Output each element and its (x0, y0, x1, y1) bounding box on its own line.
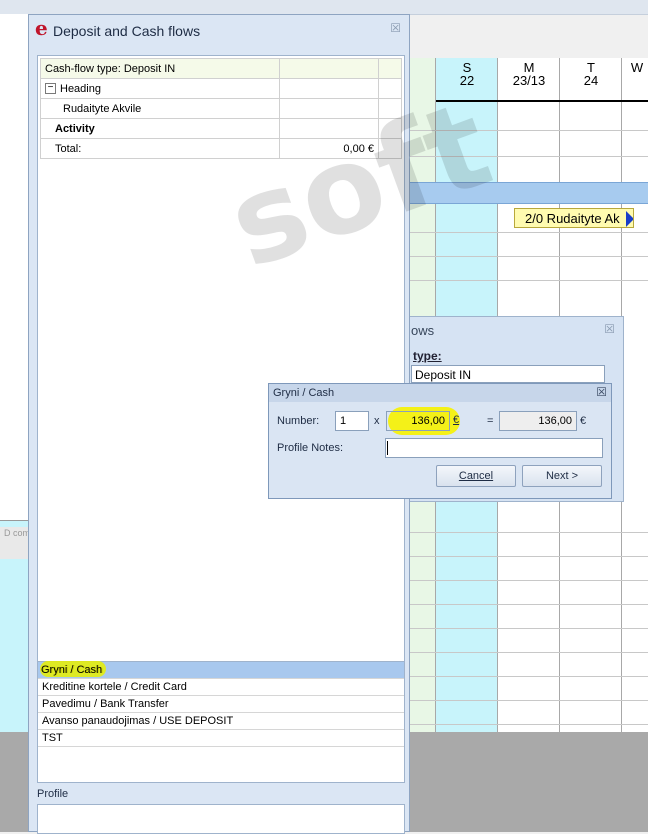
empty-cell (279, 98, 379, 119)
cashflow-summary-panel: Cash-flow type: Deposit IN − Heading Ruda… (37, 55, 507, 669)
app-toolbar-strip (0, 0, 648, 15)
popup-titlebar[interactable]: Gryni / Cash (269, 384, 611, 402)
equals-sign: = (487, 415, 494, 427)
payment-method-item[interactable]: Avanso panaudojimas / USE DEPOSIT (38, 713, 404, 730)
grid-row-line (410, 700, 648, 701)
cashflow-type-cell: Cash-flow type: Deposit IN (40, 58, 280, 79)
day-header[interactable]: T 24 (560, 58, 622, 102)
total-currency: € (580, 415, 587, 427)
day-header[interactable]: W (622, 58, 648, 102)
dialog-title: Deposit and Cash flows (53, 23, 201, 39)
empty-cell (378, 78, 402, 99)
day-header[interactable]: M 23/13 (498, 58, 560, 102)
empty-cell (378, 118, 402, 139)
close-icon[interactable]: ☒ (596, 386, 607, 399)
payment-method-item[interactable]: Kreditine kortele / Credit Card (38, 679, 404, 696)
total-label-cell: Total: (40, 138, 280, 159)
dialog-titlebar[interactable]: e Deposit and Cash flows ☒ (29, 15, 409, 45)
next-button[interactable]: Next > (522, 465, 602, 487)
total-amount-field (499, 411, 577, 431)
profile-notes-label: Profile Notes: (277, 442, 344, 454)
empty-cell (279, 118, 379, 139)
grid-row-line (410, 724, 648, 725)
profile-field[interactable] (37, 804, 405, 834)
cashflow-summary-table: Cash-flow type: Deposit IN − Heading Ruda… (40, 58, 402, 159)
grid-row-line (410, 652, 648, 653)
profile-notes-input[interactable] (385, 438, 603, 458)
empty-cell (378, 138, 402, 159)
number-input[interactable] (335, 411, 369, 431)
dialog-title: ows (411, 323, 435, 338)
heading-cell: − Heading (40, 78, 280, 99)
grid-row-line (410, 232, 648, 233)
left-strip-header: D com (0, 527, 30, 559)
number-label: Number: (277, 415, 320, 427)
grid-row-line (410, 604, 648, 605)
day-date: 24 (583, 73, 599, 88)
grid-row-line (410, 532, 648, 533)
payment-method-item[interactable]: Pavedimu / Bank Transfer (38, 696, 404, 713)
multiply-sign: x (374, 415, 380, 427)
close-icon[interactable]: ☒ (604, 322, 615, 336)
empty-cell (378, 98, 402, 119)
heading-label: Heading (60, 82, 101, 95)
collapse-icon[interactable]: − (45, 83, 56, 95)
close-icon[interactable]: ☒ (390, 21, 401, 35)
cash-payment-popup: Gryni / Cash ☒ Number: x € = € Profile N… (268, 383, 612, 499)
payment-method-list: Gryni / Cash Kreditine kortele / Credit … (37, 661, 405, 783)
amount-input[interactable] (386, 411, 450, 431)
app-logo-icon: e (35, 16, 48, 40)
type-field[interactable]: Deposit IN (411, 365, 605, 383)
day-of-week: W (630, 60, 644, 75)
table-row[interactable]: Rudaityte Akvile (40, 98, 402, 119)
table-row[interactable]: Cash-flow type: Deposit IN (40, 58, 402, 79)
empty-cell (378, 58, 402, 79)
empty-cell (279, 58, 379, 79)
table-row[interactable]: Activity (40, 118, 402, 139)
room-group-band (410, 182, 648, 204)
activity-cell: Activity (40, 118, 280, 139)
profile-label: Profile (37, 788, 69, 800)
selected-method-overlay-label: Gryni / Cash (41, 664, 103, 676)
table-row[interactable]: − Heading (40, 78, 402, 99)
grid-row-line (410, 580, 648, 581)
grid-row-line (410, 130, 648, 131)
grid-row-line (410, 628, 648, 629)
text-caret (387, 441, 388, 455)
empty-cell (279, 78, 379, 99)
day-date: 22 (459, 73, 475, 88)
grid-row-line (410, 256, 648, 257)
table-row[interactable]: Total: 0,00 € (40, 138, 402, 159)
grid-row-line (410, 280, 648, 281)
cancel-button[interactable]: Cancel (436, 465, 516, 487)
grid-row-line (410, 556, 648, 557)
booking-bar[interactable]: 2/0 Rudaityte Ak (514, 208, 634, 228)
day-header[interactable]: S 22 (436, 58, 498, 102)
payment-method-item[interactable]: TST (38, 730, 404, 747)
total-value-cell: 0,00 € (279, 138, 379, 159)
type-label: type: (413, 349, 442, 363)
grid-row-line (410, 156, 648, 157)
day-date: 23/13 (512, 73, 546, 88)
grid-row-line (410, 676, 648, 677)
guest-name-cell: Rudaityte Akvile (40, 98, 280, 119)
currency-button[interactable]: € (453, 414, 459, 426)
